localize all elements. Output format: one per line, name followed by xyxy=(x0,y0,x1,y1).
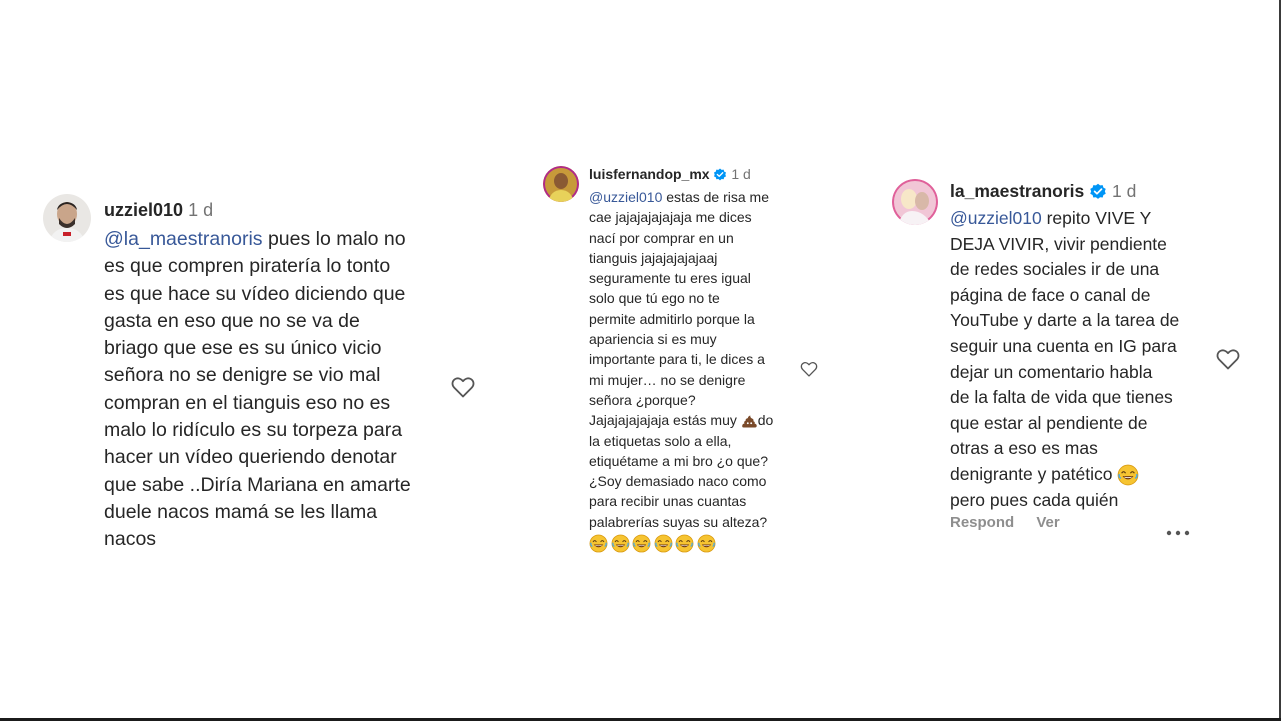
reply-button[interactable]: Respond xyxy=(950,514,1014,531)
timestamp[interactable]: 1 d xyxy=(188,200,213,220)
text-line: es que compren piratería lo tonto xyxy=(104,255,391,278)
text-line: DEJA VIVIR, vivir pendiente xyxy=(950,233,1167,254)
comment-text: @la_maestranoris pues lo malo no es que … xyxy=(104,226,411,554)
avatar[interactable] xyxy=(892,179,938,225)
laughing-emoji xyxy=(611,534,629,553)
laughing-emoji xyxy=(675,534,694,553)
comment-text: @uzziel010 estas de risa me cae jajajaja… xyxy=(589,187,774,553)
text-line: pero pues cada quién xyxy=(950,489,1119,510)
text-line: seguramente tu eres igual xyxy=(589,270,751,287)
text-line: para recibir unas cuantas xyxy=(589,493,747,510)
text-line: Jajajajajajaja estás muy do xyxy=(589,412,774,429)
text-line: importante para ti, le dices a xyxy=(589,351,765,368)
text-line: denigrante y patético xyxy=(950,462,1179,488)
text-line: nacos xyxy=(104,528,157,551)
text-line: dejar un comentario habla xyxy=(950,361,1153,382)
comment-header: la_maestranoris 1 d xyxy=(950,181,1136,202)
laughing-emoji xyxy=(697,534,715,553)
text-line: hacer un vídeo queriendo denotar xyxy=(104,446,397,469)
mention-link[interactable]: @la_maestranoris xyxy=(104,228,263,250)
username[interactable]: la_maestranoris xyxy=(950,181,1084,201)
text-line: gasta en eso que no se va de xyxy=(104,309,360,332)
laughing-emoji xyxy=(1118,464,1139,486)
text-line: que estar al pendiente de xyxy=(950,412,1148,433)
avatar[interactable] xyxy=(543,166,579,202)
text-line: permite admitirlo porque la xyxy=(589,310,755,327)
username[interactable]: luisfernandop_mx xyxy=(589,166,710,182)
text-line: briago que ese es su único vicio xyxy=(104,337,382,360)
text-line: @uzziel010 estas de risa me xyxy=(589,189,769,205)
text-line: que sabe ..Diría Mariana en amarte xyxy=(104,473,411,496)
text-line: palabrerías suyas su alteza? xyxy=(589,513,768,530)
laughing-emoji xyxy=(589,534,608,553)
text-line: de redes sociales ir de una xyxy=(950,259,1160,280)
verified-badge-icon xyxy=(714,168,727,181)
comment-text: @uzziel010 repito VIVE Y DEJA VIVIR, viv… xyxy=(950,206,1179,513)
text-line: apariencia si es muy xyxy=(589,331,717,348)
text-line: @uzziel010 repito VIVE Y xyxy=(950,208,1152,228)
text-line: la etiquetas solo a ella, xyxy=(589,432,732,449)
verified-badge-icon xyxy=(1090,184,1106,200)
text-line: tianguis jajajajajajaaj xyxy=(589,249,718,266)
text-line: es que hace su vídeo diciendo que xyxy=(104,282,406,305)
text-line: otras a eso es mas xyxy=(950,438,1098,459)
text-line: YouTube y darte a la tarea de xyxy=(950,310,1180,331)
heart-icon[interactable] xyxy=(1216,348,1240,375)
poop-emoji xyxy=(741,415,757,428)
laughing-emoji xyxy=(654,534,672,553)
text-line: ¿Soy demasiado naco como xyxy=(589,473,767,490)
text-line: cae jajajajajajaja me dices xyxy=(589,209,752,226)
text-line: duele nacos mamá se les llama xyxy=(104,500,378,523)
timestamp[interactable]: 1 d xyxy=(731,166,750,182)
mention-link[interactable]: @uzziel010 xyxy=(589,189,662,205)
more-options-icon[interactable] xyxy=(1165,525,1191,536)
timestamp[interactable]: 1 d xyxy=(1112,181,1136,201)
avatar[interactable] xyxy=(43,194,91,242)
text-line: etiquétame a mi bro ¿o que? xyxy=(589,452,768,469)
text-line: compran en el tianguis eso no es xyxy=(104,391,391,414)
avatar-image xyxy=(543,166,579,202)
emoji-row xyxy=(589,532,773,553)
comment-header: uzziel010 1 d xyxy=(104,200,213,221)
text-line: seguir una cuenta en IG para xyxy=(950,335,1177,356)
text-line: de la falta de vida que tienes xyxy=(950,387,1173,408)
comment-header: luisfernandop_mx 1 d xyxy=(589,166,751,182)
laughing-emoji xyxy=(632,534,651,553)
username[interactable]: uzziel010 xyxy=(104,200,183,220)
view-replies-button[interactable]: Ver xyxy=(1036,514,1059,531)
text-line: señora ¿porque? xyxy=(589,391,696,408)
text-line: nací por comprar en un xyxy=(589,229,734,246)
mention-link[interactable]: @uzziel010 xyxy=(950,208,1042,228)
text-line: @la_maestranoris pues lo malo no xyxy=(104,228,406,250)
heart-icon[interactable] xyxy=(451,376,475,403)
text-line: página de face o canal de xyxy=(950,284,1151,305)
heart-icon[interactable] xyxy=(800,361,818,382)
avatar-image xyxy=(892,179,938,225)
text-line: malo lo ridículo es su torpeza para xyxy=(104,419,403,442)
text-line: mi mujer… no se denigre xyxy=(589,371,746,388)
text-line: solo que tú ego no te xyxy=(589,290,720,307)
comment-actions: Respond Ver xyxy=(950,514,1060,531)
text-line: señora no se denigre se vio mal xyxy=(104,364,381,387)
avatar-image xyxy=(43,194,91,242)
